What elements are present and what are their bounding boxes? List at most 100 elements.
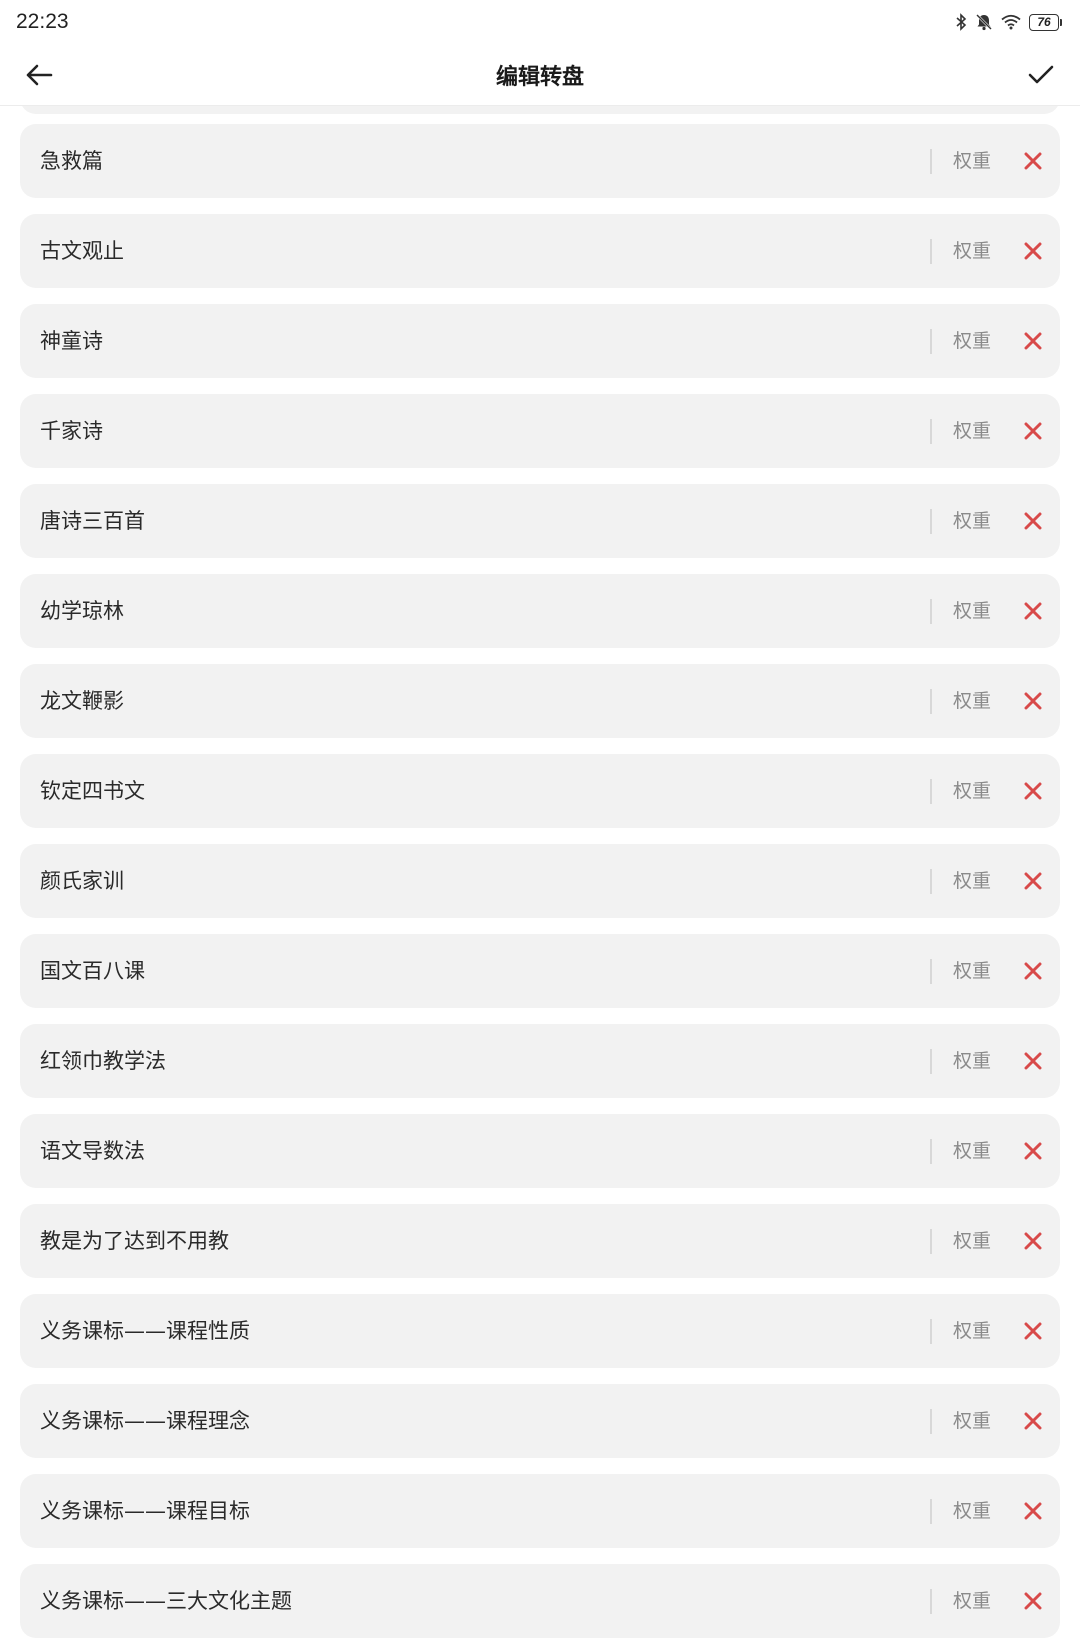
mute-bell-icon <box>975 13 993 31</box>
item-label[interactable]: 教是为了达到不用教 <box>40 1204 229 1278</box>
list-item[interactable]: 唐诗三百首 权重 <box>20 484 1060 558</box>
weight-button[interactable]: 权重 <box>953 934 991 1008</box>
list-item[interactable]: 幼学琼林 权重 <box>20 574 1060 648</box>
item-label[interactable]: 义务课标——课程理念 <box>40 1384 250 1458</box>
item-list: 急救篇 权重 古文观止 权重 神童诗 权重 千家诗 权重 唐诗三百首 权重 幼学琼林 权重 龙文鞭影 权重… <box>20 124 1060 1643</box>
delete-button[interactable] <box>1022 150 1044 172</box>
divider <box>930 1319 932 1344</box>
delete-button[interactable] <box>1022 420 1044 442</box>
item-label[interactable]: 义务课标——课程性质 <box>40 1294 250 1368</box>
weight-button[interactable]: 权重 <box>953 574 991 648</box>
item-label[interactable]: 钦定四书文 <box>40 754 145 828</box>
weight-button[interactable]: 权重 <box>953 124 991 198</box>
weight-button[interactable]: 权重 <box>953 1474 991 1548</box>
list-item[interactable]: 千家诗 权重 <box>20 394 1060 468</box>
divider <box>930 509 932 534</box>
delete-button[interactable] <box>1022 870 1044 892</box>
item-label[interactable]: 语文导数法 <box>40 1114 145 1188</box>
weight-button[interactable]: 权重 <box>953 664 991 738</box>
divider <box>930 959 932 984</box>
delete-button[interactable] <box>1022 330 1044 352</box>
close-icon <box>1024 1322 1042 1340</box>
battery-tip <box>1060 18 1062 26</box>
confirm-button[interactable] <box>1024 58 1058 92</box>
weight-button[interactable]: 权重 <box>953 1384 991 1458</box>
delete-button[interactable] <box>1022 1050 1044 1072</box>
weight-button[interactable]: 权重 <box>953 1114 991 1188</box>
list-item[interactable]: 义务课标——课程性质 权重 <box>20 1294 1060 1368</box>
item-label[interactable]: 幼学琼林 <box>40 574 124 648</box>
delete-button[interactable] <box>1022 510 1044 532</box>
divider <box>930 419 932 444</box>
app-bar: 编辑转盘 <box>0 44 1080 106</box>
divider <box>930 869 932 894</box>
delete-button[interactable] <box>1022 690 1044 712</box>
divider <box>930 1139 932 1164</box>
weight-button[interactable]: 权重 <box>953 1204 991 1278</box>
item-label[interactable]: 龙文鞭影 <box>40 664 124 738</box>
close-icon <box>1024 1502 1042 1520</box>
item-list-viewport[interactable]: 急救篇 权重 古文观止 权重 神童诗 权重 千家诗 权重 唐诗三百首 权重 幼学琼林 权重 龙文鞭影 权重… <box>0 106 1080 1643</box>
item-label[interactable]: 唐诗三百首 <box>40 484 145 558</box>
weight-button[interactable]: 权重 <box>953 1564 991 1638</box>
weight-button[interactable]: 权重 <box>953 1294 991 1368</box>
delete-button[interactable] <box>1022 240 1044 262</box>
divider <box>930 149 932 174</box>
weight-button[interactable]: 权重 <box>953 214 991 288</box>
list-item[interactable]: 古文观止 权重 <box>20 214 1060 288</box>
list-item[interactable]: 颜氏家训 权重 <box>20 844 1060 918</box>
item-label[interactable]: 义务课标——三大文化主题 <box>40 1564 292 1638</box>
weight-button[interactable]: 权重 <box>953 1024 991 1098</box>
list-item[interactable]: 龙文鞭影 权重 <box>20 664 1060 738</box>
close-icon <box>1024 1232 1042 1250</box>
list-item[interactable]: 神童诗 权重 <box>20 304 1060 378</box>
status-bar: 22:23 76 <box>0 0 1080 44</box>
delete-button[interactable] <box>1022 1140 1044 1162</box>
list-item[interactable]: 义务课标——课程理念 权重 <box>20 1384 1060 1458</box>
list-item[interactable]: 红领巾教学法 权重 <box>20 1024 1060 1098</box>
status-icons: 76 <box>955 13 1062 31</box>
divider <box>930 1409 932 1434</box>
delete-button[interactable] <box>1022 1230 1044 1252</box>
weight-button[interactable]: 权重 <box>953 394 991 468</box>
weight-button[interactable]: 权重 <box>953 484 991 558</box>
delete-button[interactable] <box>1022 960 1044 982</box>
list-item[interactable]: 国文百八课 权重 <box>20 934 1060 1008</box>
close-icon <box>1024 152 1042 170</box>
back-button[interactable] <box>22 58 56 92</box>
item-label[interactable]: 古文观止 <box>40 214 124 288</box>
list-item[interactable]: 教是为了达到不用教 权重 <box>20 1204 1060 1278</box>
divider <box>930 239 932 264</box>
item-label[interactable]: 颜氏家训 <box>40 844 124 918</box>
item-label[interactable]: 千家诗 <box>40 394 103 468</box>
close-icon <box>1024 872 1042 890</box>
close-icon <box>1024 692 1042 710</box>
item-label[interactable]: 红领巾教学法 <box>40 1024 166 1098</box>
wifi-icon <box>1001 14 1021 30</box>
close-icon <box>1024 242 1042 260</box>
list-item[interactable]: 语文导数法 权重 <box>20 1114 1060 1188</box>
list-item[interactable]: 钦定四书文 权重 <box>20 754 1060 828</box>
divider <box>930 1049 932 1074</box>
divider <box>930 689 932 714</box>
list-item[interactable]: 急救篇 权重 <box>20 124 1060 198</box>
battery-icon: 76 <box>1029 13 1062 31</box>
weight-button[interactable]: 权重 <box>953 844 991 918</box>
delete-button[interactable] <box>1022 1320 1044 1342</box>
delete-button[interactable] <box>1022 1410 1044 1432</box>
divider <box>930 1229 932 1254</box>
list-item[interactable]: 义务课标——三大文化主题 权重 <box>20 1564 1060 1638</box>
item-label[interactable]: 神童诗 <box>40 304 103 378</box>
delete-button[interactable] <box>1022 600 1044 622</box>
delete-button[interactable] <box>1022 1500 1044 1522</box>
delete-button[interactable] <box>1022 1590 1044 1612</box>
list-item-partial <box>20 106 1060 114</box>
close-icon <box>1024 962 1042 980</box>
weight-button[interactable]: 权重 <box>953 754 991 828</box>
delete-button[interactable] <box>1022 780 1044 802</box>
weight-button[interactable]: 权重 <box>953 304 991 378</box>
item-label[interactable]: 国文百八课 <box>40 934 145 1008</box>
item-label[interactable]: 义务课标——课程目标 <box>40 1474 250 1548</box>
list-item[interactable]: 义务课标——课程目标 权重 <box>20 1474 1060 1548</box>
item-label[interactable]: 急救篇 <box>40 124 103 198</box>
